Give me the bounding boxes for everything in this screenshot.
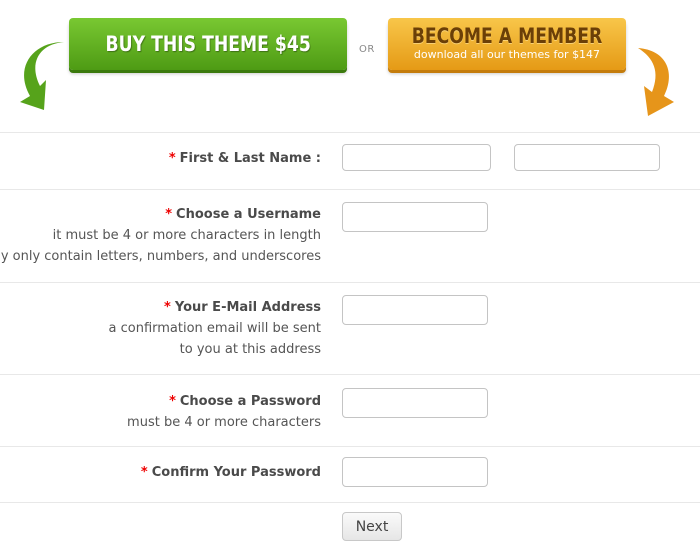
username-input[interactable] bbox=[342, 202, 488, 232]
buy-theme-label: BUY THIS THEME $45 bbox=[105, 32, 311, 56]
email-input[interactable] bbox=[342, 295, 488, 325]
or-separator: OR bbox=[359, 44, 375, 55]
member-subtitle: download all our themes for $147 bbox=[413, 48, 601, 61]
become-member-button[interactable]: BECOME A MEMBER download all our themes … bbox=[388, 18, 626, 70]
required-marker: * bbox=[169, 394, 176, 409]
email-label: * Your E-Mail Address a confirmation emai… bbox=[109, 297, 321, 360]
first-name-input[interactable] bbox=[342, 144, 491, 171]
form-row-username: * Choose a Username it must be 4 or more … bbox=[0, 189, 700, 283]
form-row-confirm-password: * Confirm Your Password bbox=[0, 446, 700, 503]
form-row-password: * Choose a Password must be 4 or more cha… bbox=[0, 374, 700, 447]
confirm-password-label: * Confirm Your Password bbox=[141, 462, 321, 483]
username-label-text: Choose a Username bbox=[176, 207, 321, 222]
form-row-email: * Your E-Mail Address a confirmation emai… bbox=[0, 282, 700, 375]
name-label: * First & Last Name : bbox=[169, 148, 321, 169]
name-label-text: First & Last Name : bbox=[179, 151, 321, 166]
required-marker: * bbox=[140, 465, 148, 480]
promo-banner: BUY THIS THEME $45 OR BECOME A MEMBER do… bbox=[0, 0, 700, 132]
buy-theme-button[interactable]: BUY THIS THEME $45 bbox=[69, 18, 347, 70]
member-title: BECOME A MEMBER bbox=[411, 24, 603, 48]
confirm-password-input[interactable] bbox=[342, 457, 488, 487]
curved-arrow-down-left-icon bbox=[20, 42, 64, 110]
email-hint-1: a confirmation email will be sent bbox=[108, 321, 321, 336]
required-marker: * bbox=[164, 300, 171, 315]
password-hint: must be 4 or more characters bbox=[127, 415, 321, 430]
last-name-input[interactable] bbox=[514, 144, 660, 171]
username-hint-length: it must be 4 or more characters in lengt… bbox=[52, 228, 321, 243]
form-row-name: * First & Last Name : bbox=[0, 132, 700, 190]
curved-arrow-down-right-icon bbox=[638, 48, 674, 116]
next-button[interactable]: Next bbox=[342, 512, 402, 541]
required-marker: * bbox=[168, 151, 176, 166]
password-input[interactable] bbox=[342, 388, 488, 418]
username-hint-chars: may only contain letters, numbers, and u… bbox=[0, 249, 321, 264]
required-marker: * bbox=[165, 207, 173, 222]
username-label: * Choose a Username it must be 4 or more … bbox=[0, 204, 321, 267]
password-label: * Choose a Password must be 4 or more cha… bbox=[127, 391, 321, 433]
password-label-text: Choose a Password bbox=[179, 394, 321, 409]
email-hint-2: to you at this address bbox=[179, 342, 321, 357]
email-label-text: Your E-Mail Address bbox=[174, 300, 321, 315]
confirm-password-label-text: Confirm Your Password bbox=[151, 465, 321, 480]
